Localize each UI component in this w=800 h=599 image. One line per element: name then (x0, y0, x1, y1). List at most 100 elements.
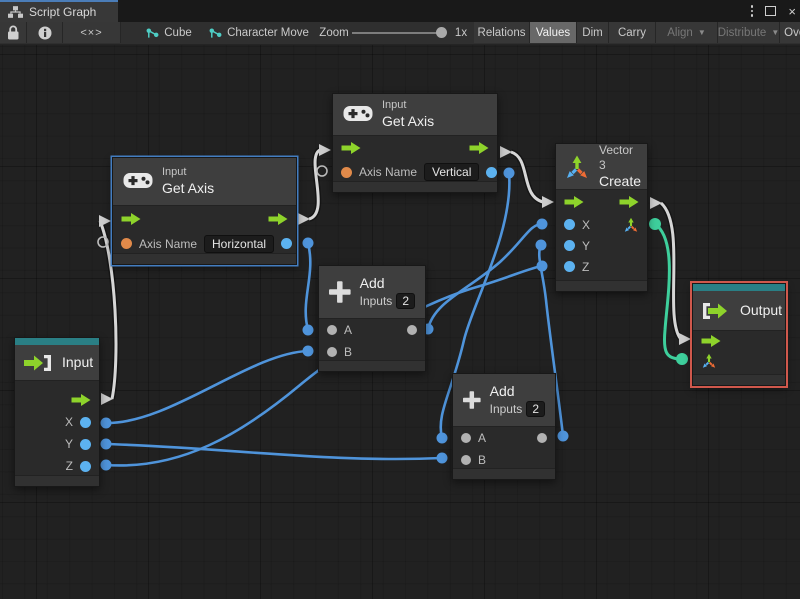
node-header: Input (15, 345, 99, 381)
relations-toggle[interactable]: Relations (474, 22, 530, 43)
node-title: Get Axis (382, 112, 435, 129)
node-footer (333, 181, 497, 192)
more-options-icon[interactable] (750, 5, 754, 17)
gamepad-icon (123, 172, 153, 188)
sum-out-port[interactable] (407, 325, 417, 335)
values-toggle[interactable]: Values (530, 22, 577, 43)
node-title: Input (62, 353, 94, 370)
inputs-count-field[interactable]: 2 (526, 400, 545, 417)
carry-toggle[interactable]: Carry (609, 22, 656, 43)
input-event-icon (24, 354, 51, 371)
maximize-icon[interactable] (765, 6, 777, 16)
port-b-label: B (344, 345, 353, 359)
node-title: Get Axis (162, 179, 215, 196)
flow-in-port[interactable] (701, 335, 721, 347)
wire-add1-to-vector3-x[interactable] (422, 218, 548, 335)
vector-out-port[interactable] (623, 216, 639, 233)
port-y-out[interactable] (80, 438, 91, 450)
node-input-event[interactable]: Input X Y Z (14, 337, 100, 487)
wire-input-y-to-add2-b[interactable] (100, 438, 448, 464)
node-title: Output (740, 301, 783, 318)
port-a-in[interactable] (327, 325, 337, 335)
node-footer (693, 374, 785, 385)
info-button[interactable] (27, 22, 63, 43)
node-footer (113, 253, 296, 264)
window-tab-bar: Script Graph × (0, 0, 800, 22)
node-output-event[interactable]: Output (692, 283, 786, 386)
node-header: Input Get Axis (333, 94, 497, 136)
port-a-in[interactable] (461, 433, 471, 443)
node-vector3-create[interactable]: Vector 3 Create X Y Z (555, 143, 648, 292)
port-x-in[interactable] (564, 219, 575, 230)
chevron-down-icon: ▼ (771, 28, 780, 37)
event-strip (693, 284, 785, 291)
flow-out-port[interactable] (619, 196, 639, 208)
node-header: Output (693, 291, 785, 331)
code-icon: <×> (80, 26, 103, 39)
node-add-1[interactable]: Add Inputs 2 A B (318, 265, 426, 372)
graph-node-icon (209, 27, 223, 38)
port-z-label: Z (65, 459, 73, 473)
port-x-out[interactable] (80, 416, 91, 428)
axis-name-in-port[interactable] (341, 166, 352, 178)
port-b-label: B (478, 453, 487, 467)
wire-horizontal-value-to-add1-a[interactable] (302, 237, 314, 336)
port-x-label: X (582, 217, 591, 232)
port-y-in[interactable] (564, 240, 575, 251)
distribute-dropdown[interactable]: Distribute ▼ (718, 22, 780, 43)
flow-in-port[interactable] (341, 142, 361, 154)
graph-toolbar: <×> Cube Character Move Zoom 1x Relation… (0, 22, 800, 45)
node-add-2[interactable]: Add Inputs 2 A B (452, 373, 556, 480)
code-view-button[interactable]: <×> (63, 22, 121, 43)
port-a-label: A (344, 323, 353, 337)
breadcrumb-cube[interactable]: Cube (136, 22, 202, 43)
flow-in-port[interactable] (564, 196, 584, 208)
breadcrumb-character-move[interactable]: Character Move (206, 22, 312, 43)
tab-script-graph[interactable]: Script Graph (0, 0, 118, 22)
event-strip (15, 338, 99, 345)
param-label: Axis Name (139, 236, 198, 251)
port-z-in[interactable] (564, 261, 575, 272)
port-z-label: Z (582, 259, 590, 274)
chevron-down-icon: ▼ (697, 28, 706, 37)
port-b-in[interactable] (461, 455, 471, 465)
sum-out-port[interactable] (537, 433, 547, 443)
info-icon (38, 26, 51, 39)
dim-toggle[interactable]: Dim (577, 22, 609, 43)
port-x-label: X (64, 415, 73, 429)
axis-name-value-field[interactable]: Horizontal (204, 234, 275, 253)
flow-out-port[interactable] (469, 142, 489, 154)
zoom-slider-track[interactable] (352, 32, 444, 34)
output-event-icon (703, 302, 727, 319)
graph-node-icon (146, 27, 160, 38)
wire-input-x-to-add1-b[interactable] (100, 345, 314, 429)
wire-horizontal-to-vertical[interactable] (298, 144, 331, 225)
lock-button[interactable] (0, 22, 27, 43)
plus-icon (329, 281, 351, 303)
port-y-label: Y (64, 437, 73, 451)
node-subtitle: Input (162, 165, 187, 178)
value-out-port[interactable] (281, 238, 293, 249)
node-header: Input Get Axis (113, 158, 296, 206)
axis-name-value-field[interactable]: Vertical (424, 163, 480, 181)
node-subtitle: Vector 3 (599, 142, 634, 172)
inputs-count-field[interactable]: 2 (396, 292, 415, 309)
align-dropdown[interactable]: Align ▼ (656, 22, 718, 43)
node-get-axis-vertical[interactable]: Input Get Axis Axis Name Vertical (332, 93, 498, 193)
vector-in-port[interactable] (701, 353, 717, 369)
port-z-out[interactable] (80, 460, 91, 472)
zoom-slider-handle[interactable] (436, 27, 447, 38)
port-b-in[interactable] (327, 347, 337, 357)
tab-title: Script Graph (29, 5, 97, 19)
flow-out-port[interactable] (268, 212, 288, 225)
axis-name-in-port[interactable] (121, 238, 132, 249)
node-title: Create (599, 172, 642, 189)
flow-in-port[interactable] (121, 212, 141, 225)
inputs-label: Inputs (489, 401, 523, 416)
node-subtitle: Input (382, 98, 407, 111)
overview-button[interactable]: Overv (780, 22, 800, 43)
value-out-port[interactable] (486, 166, 498, 178)
node-get-axis-horizontal[interactable]: Input Get Axis Axis Name Horizontal (112, 157, 297, 265)
flow-out-port[interactable] (71, 394, 91, 406)
close-icon[interactable]: × (788, 5, 796, 18)
